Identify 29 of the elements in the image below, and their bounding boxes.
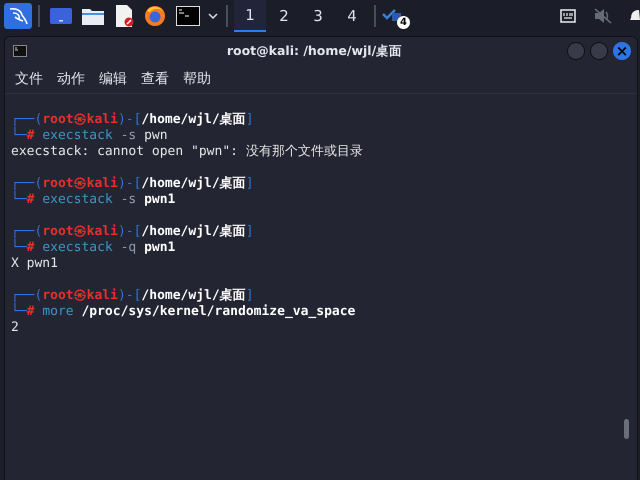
prompt-line: ┌──(root㉿kali)-[/home/wjl/桌面] <box>11 288 254 303</box>
prompt-line: ┌──(root㉿kali)-[/home/wjl/桌面] <box>11 224 254 239</box>
dragon-logo-button[interactable] <box>4 3 32 29</box>
output-line: 2 <box>11 320 19 336</box>
update-count-badge: 4 <box>397 16 410 29</box>
output-line: X pwn1 <box>11 256 58 272</box>
workspace-tab[interactable]: 3 <box>302 0 334 32</box>
window-title: root@kali: /home/wjl/桌面 <box>226 42 404 60</box>
terminal-icon <box>13 45 27 57</box>
close-button[interactable]: × <box>613 42 631 60</box>
menu-item[interactable]: 帮助 <box>177 70 217 88</box>
prompt-line: ┌──(root㉿kali)-[/home/wjl/桌面] <box>11 176 254 191</box>
menu-item[interactable]: 文件 <box>9 70 49 88</box>
command-line: └─# execstack -s pwn1 <box>11 192 176 208</box>
checkmark-icon[interactable] <box>382 9 402 23</box>
network-port-icon[interactable] <box>560 9 576 23</box>
command-line: └─# execstack -s pwn <box>11 128 168 144</box>
menu-item[interactable]: 查看 <box>135 70 175 88</box>
workspace-tab[interactable]: 2 <box>268 0 300 32</box>
command-line: └─# execstack -q pwn1 <box>11 240 176 256</box>
output-line: execstack: cannot open "pwn": 没有那个文件或目录 <box>11 144 363 160</box>
prompt-line: ┌──(root㉿kali)-[/home/wjl/桌面] <box>11 112 254 127</box>
command-line: └─# more /proc/sys/kernel/randomize_va_space <box>11 304 356 320</box>
menu-item[interactable]: 编辑 <box>93 70 133 88</box>
menu-item[interactable]: 动作 <box>51 70 91 88</box>
workspace-tab[interactable]: 4 <box>336 0 368 32</box>
workspace-tab[interactable]: 1 <box>234 0 266 32</box>
scrollbar-thumb[interactable] <box>624 419 629 439</box>
muted-speaker-icon[interactable] <box>594 8 612 24</box>
